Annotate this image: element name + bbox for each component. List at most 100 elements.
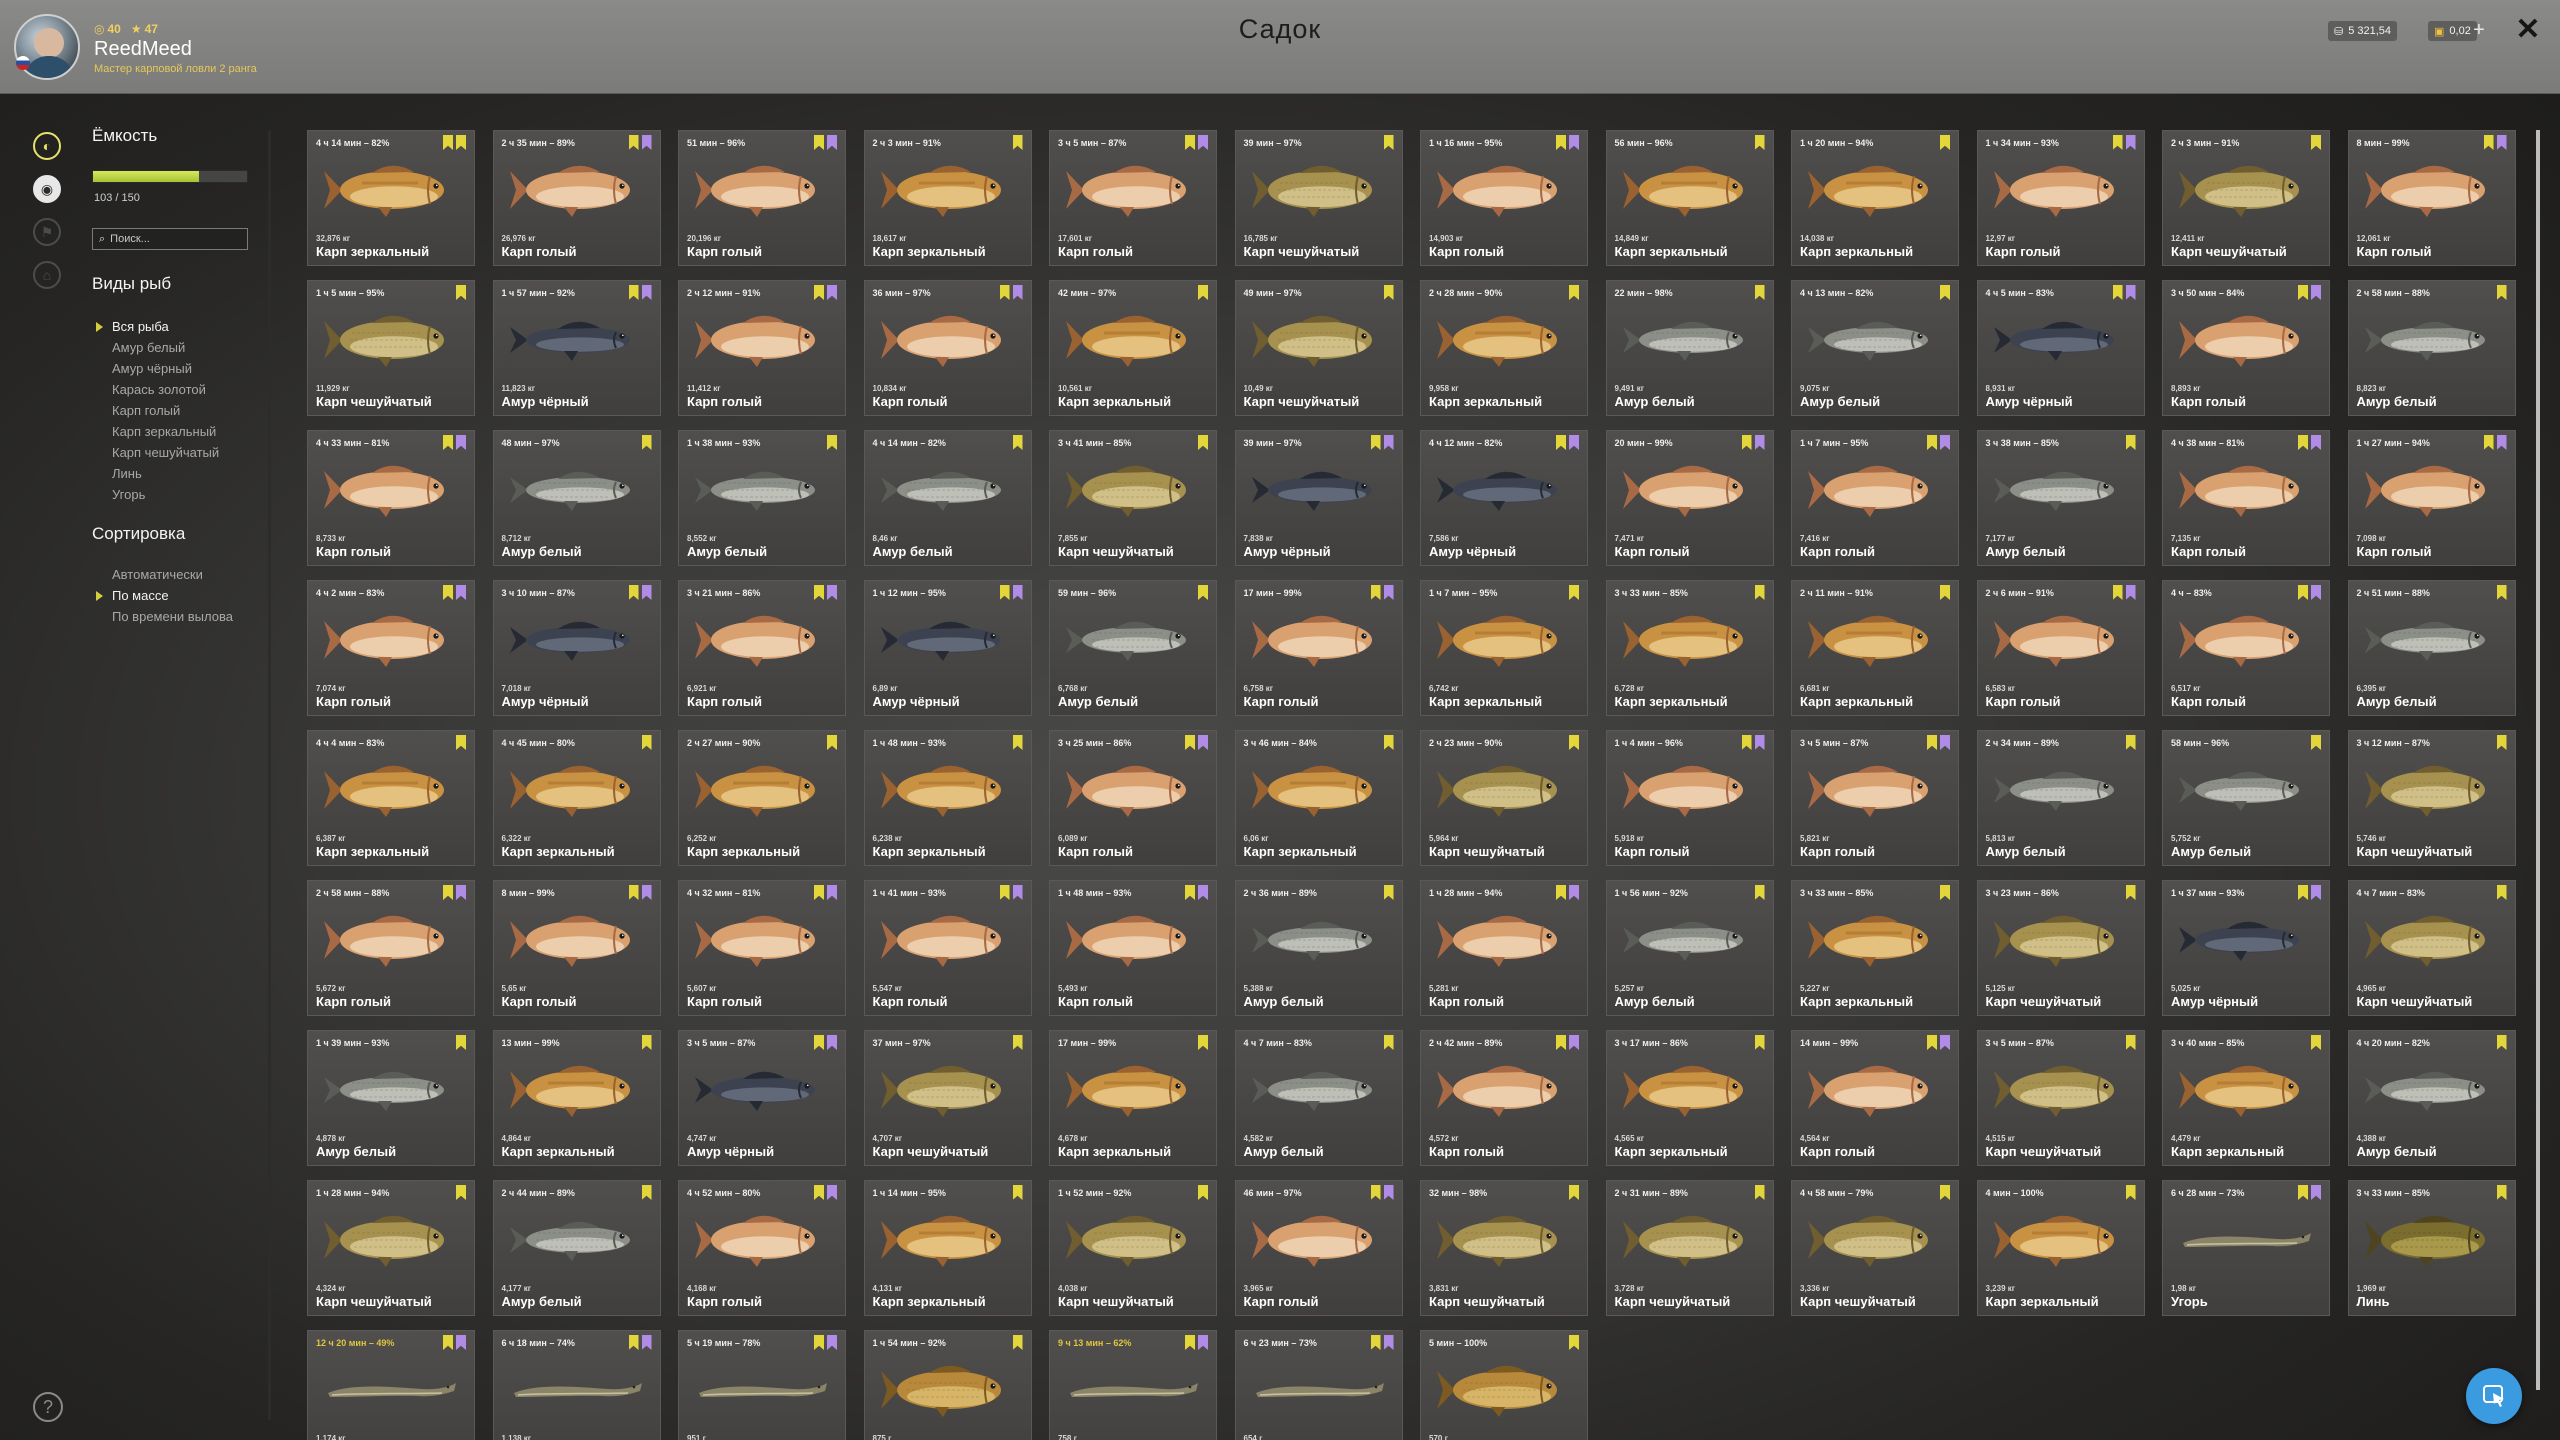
fish-card[interactable]: 3 ч 5 мин – 87% 4,515 кг Карп чешуйчатый (1976, 1030, 2145, 1166)
fish-card[interactable]: 9 ч 13 мин – 62% 758 гУгорь (1049, 1330, 1217, 1440)
bookmark-yellow-icon[interactable] (827, 435, 837, 450)
bookmark-yellow-icon[interactable] (1742, 435, 1752, 450)
bookmark-purple-icon[interactable] (1384, 585, 1394, 600)
bookmark-purple-icon[interactable] (2311, 585, 2321, 600)
fish-card[interactable]: 4 ч 7 мин – 83% 4,965 кг Карп чешуйчатый (2347, 880, 2516, 1016)
bookmark-purple-icon[interactable] (1755, 735, 1765, 750)
bookmark-purple-icon[interactable] (1569, 435, 1579, 450)
bookmark-yellow-icon[interactable] (1927, 435, 1937, 450)
bookmark-purple-icon[interactable] (827, 1185, 837, 1200)
fish-card[interactable]: 2 ч 11 мин – 91% 6,681 кг Карп зеркальный (1791, 580, 1959, 716)
bookmark-yellow-icon[interactable] (443, 585, 453, 600)
bookmark-yellow-icon[interactable] (1755, 135, 1765, 150)
bookmark-purple-icon[interactable] (2126, 285, 2136, 300)
fish-card[interactable]: 2 ч 34 мин – 89% 5,813 кг Амур белый (1976, 730, 2145, 866)
fish-card[interactable]: 1 ч 48 мин – 93% 6,238 кг Карп зеркальный (863, 730, 1032, 866)
fish-card[interactable]: 4 ч 12 мин – 82% 7,586 кг Амур чёрный (1420, 430, 1588, 566)
fish-card[interactable]: 2 ч 27 мин – 90% 6,252 кг Карп зеркальный (678, 730, 846, 866)
bookmark-purple-icon[interactable] (642, 885, 652, 900)
fish-card[interactable]: 1 ч 20 мин – 94% 14,038 кг Карп зеркальны… (1791, 130, 1959, 266)
species-filter-item[interactable]: Карп голый (102, 400, 219, 421)
bookmark-purple-icon[interactable] (1569, 1035, 1579, 1050)
scrollbar[interactable] (2536, 130, 2540, 1390)
bookmark-yellow-icon[interactable] (1371, 1185, 1381, 1200)
fish-card[interactable]: 1 ч 57 мин – 92% 11,823 кг Амур чёрный (492, 280, 661, 416)
fish-card[interactable]: 17 мин – 99% 4,678 кг Карп зеркальный (1049, 1030, 1217, 1166)
bookmark-yellow-icon[interactable] (1755, 1185, 1765, 1200)
fish-card[interactable]: 2 ч 58 мин – 88% 5,672 кг Карп голый (307, 880, 475, 1016)
bookmark-yellow-icon[interactable] (2126, 885, 2136, 900)
fish-card[interactable]: 39 мин – 97% 7,838 кг Амур чёрный (1234, 430, 1403, 566)
sort-option[interactable]: Автоматически (102, 564, 233, 585)
bookmark-purple-icon[interactable] (1384, 1335, 1394, 1350)
bookmark-yellow-icon[interactable] (814, 1185, 824, 1200)
bookmark-yellow-icon[interactable] (2484, 435, 2494, 450)
bookmark-yellow-icon[interactable] (1940, 135, 1950, 150)
bookmark-yellow-icon[interactable] (1198, 435, 1208, 450)
bookmark-yellow-icon[interactable] (443, 435, 453, 450)
bookmark-yellow-icon[interactable] (2497, 1185, 2507, 1200)
bookmark-yellow-icon[interactable] (2497, 885, 2507, 900)
bookmark-yellow-icon[interactable] (629, 135, 639, 150)
bookmark-yellow-icon[interactable] (1198, 285, 1208, 300)
bookmark-yellow-icon[interactable] (642, 735, 652, 750)
fish-card[interactable]: 1 ч 52 мин – 92% 4,038 кг Карп чешуйчатый (1049, 1180, 1217, 1316)
bookmark-yellow-icon[interactable] (456, 285, 466, 300)
fish-card[interactable]: 1 ч 39 мин – 93% 4,878 кг Амур белый (307, 1030, 475, 1166)
bookmark-yellow-icon[interactable] (814, 1335, 824, 1350)
bookmark-yellow-icon[interactable] (1013, 1185, 1023, 1200)
bookmark-yellow-icon[interactable] (629, 885, 639, 900)
fish-card[interactable]: 3 ч 33 мин – 85% 1,969 кг Линь (2347, 1180, 2516, 1316)
fish-card[interactable]: 20 мин – 99% 7,471 кг Карп голый (1605, 430, 1774, 566)
fish-card[interactable]: 39 мин – 97% 16,785 кг Карп чешуйчатый (1234, 130, 1403, 266)
bookmark-purple-icon[interactable] (1198, 135, 1208, 150)
bookmark-yellow-icon[interactable] (1185, 1335, 1195, 1350)
add-gold-button[interactable]: + (2468, 19, 2490, 41)
species-filter-item[interactable]: Карась золотой (102, 379, 219, 400)
bookmark-yellow-icon[interactable] (2298, 1185, 2308, 1200)
fish-card[interactable]: 1 ч 28 мин – 94% 4,324 кг Карп чешуйчатый (307, 1180, 475, 1316)
fish-card[interactable]: 6 ч 28 мин – 73% 1,98 кг Угорь (2162, 1180, 2330, 1316)
fish-card[interactable]: 3 ч 33 мин – 85% 6,728 кг Карп зеркальный (1605, 580, 1774, 716)
bookmark-yellow-icon[interactable] (2113, 285, 2123, 300)
fish-card[interactable]: 3 ч 41 мин – 85% 7,855 кг Карп чешуйчатый (1049, 430, 1217, 566)
species-filter-item[interactable]: Вся рыба (95, 316, 219, 337)
help-button[interactable]: ? (33, 1392, 63, 1422)
fish-card[interactable]: 14 мин – 99% 4,564 кг Карп голый (1791, 1030, 1959, 1166)
bookmark-purple-icon[interactable] (827, 885, 837, 900)
bookmark-purple-icon[interactable] (1013, 585, 1023, 600)
fish-card[interactable]: 56 мин – 96% 14,849 кг Карп зеркальный (1605, 130, 1774, 266)
bookmark-yellow-icon[interactable] (1755, 285, 1765, 300)
bookmark-yellow-icon[interactable] (814, 585, 824, 600)
bookmark-yellow-icon[interactable] (814, 285, 824, 300)
bookmark-purple-icon[interactable] (642, 585, 652, 600)
bookmark-yellow-icon[interactable] (1556, 1035, 1566, 1050)
bookmark-yellow-icon[interactable] (1927, 735, 1937, 750)
fish-card[interactable]: 4 ч 4 мин – 83% 6,387 кг Карп зеркальный (307, 730, 475, 866)
fish-card[interactable]: 4 ч 32 мин – 81% 5,607 кг Карп голый (678, 880, 846, 1016)
bookmark-yellow-icon[interactable] (1013, 135, 1023, 150)
fish-card[interactable]: 37 мин – 97% 4,707 кг Карп чешуйчатый (863, 1030, 1032, 1166)
species-filter-item[interactable]: Карп зеркальный (102, 421, 219, 442)
bookmark-purple-icon[interactable] (2126, 135, 2136, 150)
bookmark-purple-icon[interactable] (1013, 885, 1023, 900)
bookmark-yellow-icon[interactable] (629, 585, 639, 600)
fish-card[interactable]: 1 ч 27 мин – 94% 7,098 кг Карп голый (2347, 430, 2516, 566)
species-filter-item[interactable]: Угорь (102, 484, 219, 505)
fish-card[interactable]: 51 мин – 96% 20,196 кг Карп голый (678, 130, 846, 266)
scroll-thumb[interactable] (2536, 130, 2540, 1390)
bookmark-yellow-icon[interactable] (1940, 885, 1950, 900)
fish-card[interactable]: 1 ч 37 мин – 93% 5,025 кг Амур чёрный (2162, 880, 2330, 1016)
bookmark-purple-icon[interactable] (2497, 435, 2507, 450)
fish-card[interactable]: 4 мин – 100% 3,239 кг Карп зеркальный (1976, 1180, 2145, 1316)
bookmark-yellow-icon[interactable] (2126, 735, 2136, 750)
bookmark-purple-icon[interactable] (1569, 885, 1579, 900)
fish-card[interactable]: 1 ч 7 мин – 95% 7,416 кг Карп голый (1791, 430, 1959, 566)
bookmark-yellow-icon[interactable] (443, 135, 453, 150)
fish-card[interactable]: 2 ч 12 мин – 91% 11,412 кг Карп голый (678, 280, 846, 416)
bookmark-yellow-icon[interactable] (1556, 135, 1566, 150)
fish-card[interactable]: 5 мин – 100% 570 гКарась золотой (1420, 1330, 1588, 1440)
bookmark-yellow-icon[interactable] (2126, 1185, 2136, 1200)
bookmark-yellow-icon[interactable] (1569, 585, 1579, 600)
bookmark-yellow-icon[interactable] (1556, 435, 1566, 450)
